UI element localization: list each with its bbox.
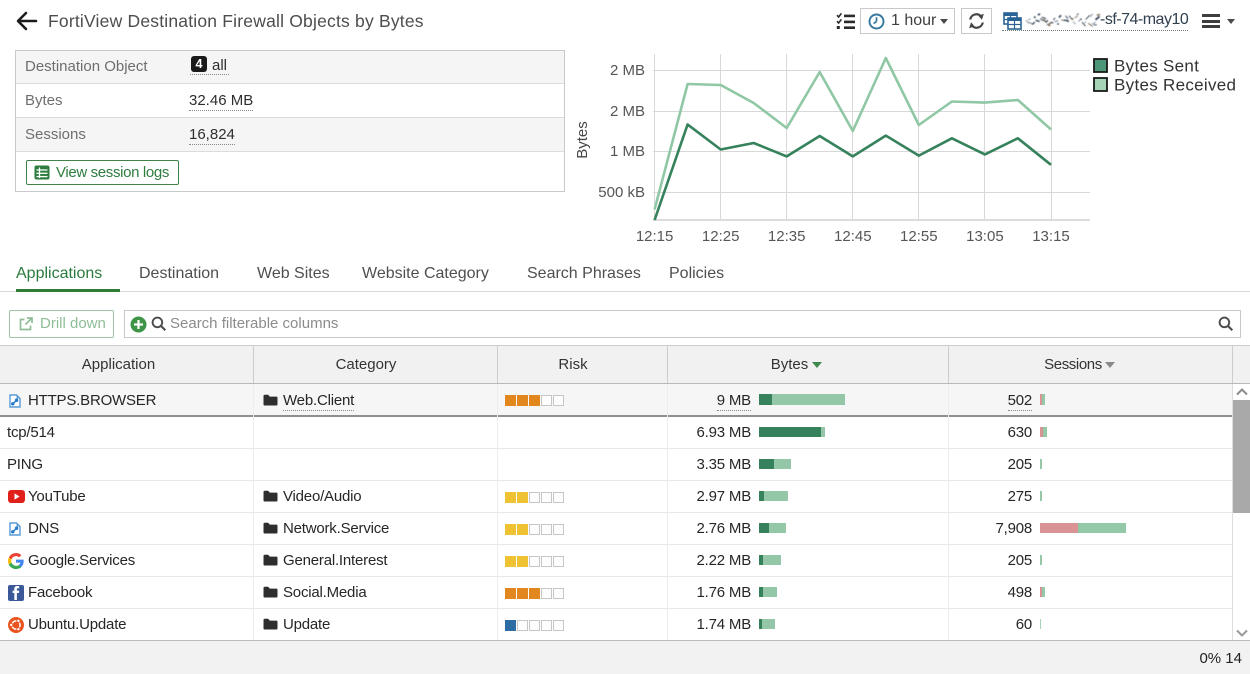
svg-text:500 kB: 500 kB — [598, 184, 645, 201]
svg-text:2 MB: 2 MB — [610, 62, 645, 79]
svg-text:13:15: 13:15 — [1032, 228, 1070, 245]
svg-text:2 MB: 2 MB — [610, 103, 645, 120]
svg-text:Bytes: Bytes — [574, 121, 591, 159]
svg-text:Bytes Sent: Bytes Sent — [1114, 57, 1199, 76]
svg-text:12:25: 12:25 — [702, 228, 740, 245]
svg-text:13:05: 13:05 — [966, 228, 1004, 245]
svg-text:12:15: 12:15 — [636, 228, 674, 245]
svg-text:12:45: 12:45 — [834, 228, 872, 245]
svg-text:12:55: 12:55 — [900, 228, 938, 245]
svg-text:Bytes Received: Bytes Received — [1114, 76, 1236, 95]
svg-text:1 MB: 1 MB — [610, 143, 645, 160]
svg-text:12:35: 12:35 — [768, 228, 806, 245]
